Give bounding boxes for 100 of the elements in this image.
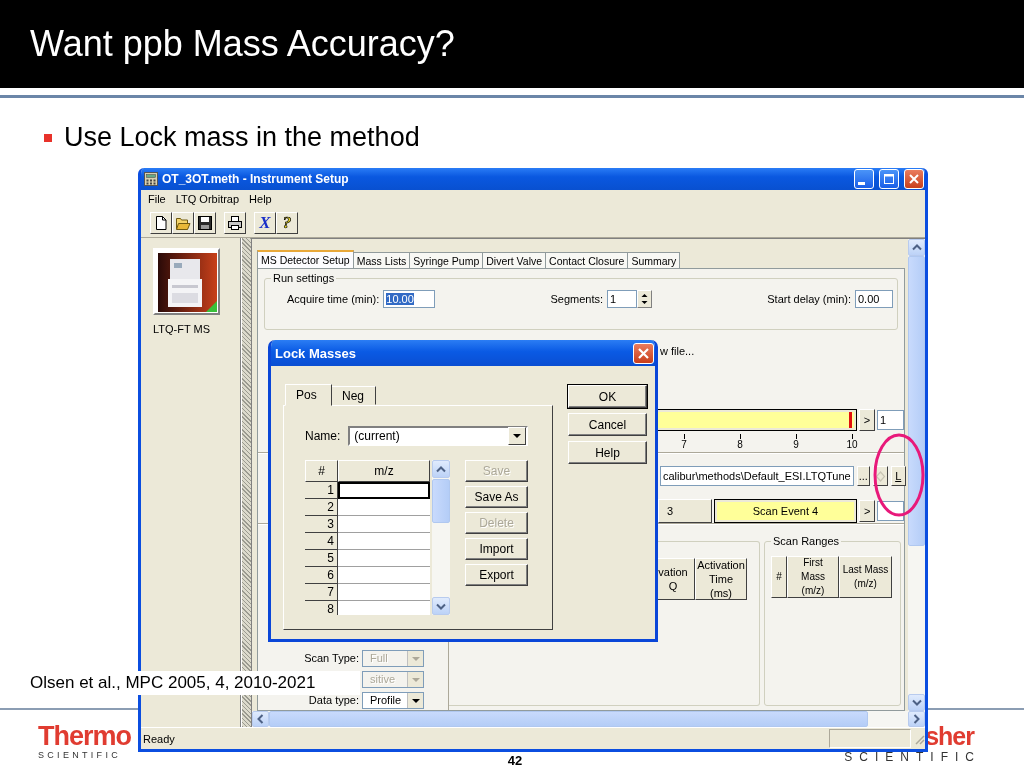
spin-arrows-icon [640,292,650,306]
window-title: OT_3OT.meth - Instrument Setup [162,172,349,186]
browse-button[interactable]: ... [856,466,870,486]
text-field[interactable]: 0.00 [855,290,893,308]
group-title: Run settings [271,272,337,284]
menu-item[interactable]: Help [244,193,277,205]
close-button[interactable] [904,169,924,189]
table-cell[interactable] [338,584,430,601]
tab[interactable]: Neg [331,386,376,405]
close-button[interactable] [633,342,654,364]
scroll-thumb[interactable] [908,256,925,546]
caret-icon [508,427,527,445]
instrument-tile[interactable] [153,248,220,315]
table-cell[interactable] [338,516,430,533]
column-header[interactable]: First Mass (m/z) [787,556,839,598]
column-header[interactable]: # [771,556,787,598]
toolbar-button[interactable]: X [254,211,276,234]
axis-tick-label: 9 [793,439,799,450]
minimize-icon [858,181,865,185]
menu-item[interactable]: File [143,193,171,205]
field-label: Segments: [550,293,604,305]
scroll-left-button[interactable] [252,711,269,727]
dialog-title: Lock Masses [275,345,357,361]
label-text: w file... [660,345,695,357]
dropdown[interactable]: (current) [348,426,529,446]
scroll-down-button[interactable] [432,597,450,615]
scroll-thumb[interactable] [432,479,450,523]
logo-tagline: SCIENTIFIC [38,750,121,760]
axis-tick-label: 8 [737,439,743,450]
text-field[interactable]: 10.00 [383,290,436,308]
row-number: 5 [305,550,338,567]
toolbar-button[interactable] [194,211,216,234]
tab[interactable]: Syringe Pump [409,252,484,268]
tab[interactable]: Contact Closure [545,252,629,268]
field-label: Name: [305,429,341,443]
logo-tagline: SCIENTIFIC [844,750,981,764]
caret-icon [407,692,423,708]
resize-grip-icon[interactable] [913,732,925,745]
column-header[interactable]: # [305,460,338,482]
table-cell[interactable] [338,550,430,567]
dropdown[interactable]: Profile [362,691,424,709]
dialog-button[interactable]: OK [568,385,647,408]
row-number: 1 [305,482,338,499]
field-label: Scan Type: [303,652,360,664]
dialog-button[interactable]: Export [465,564,528,586]
logo-wordmark: Thermo [38,722,131,750]
tab[interactable]: MS Detector Setup [257,250,354,268]
field-label: Data type: [307,694,360,706]
field-label: Acquire time (min): [287,293,380,305]
column-header[interactable]: Activation Time (ms) [695,558,747,600]
close-icon [637,346,650,360]
next-button[interactable]: > [859,500,876,522]
menu-item[interactable]: LTQ Orbitrap [170,193,245,205]
segment-marker [849,412,852,428]
caret-icon [407,650,423,666]
axis-tick-label: 10 [846,439,858,450]
vertical-scrollbar[interactable] [908,239,925,711]
text-field[interactable]: 1 [607,290,638,308]
count-field[interactable]: 1 [877,410,904,430]
minimize-button[interactable] [854,169,874,189]
tab[interactable]: Pos [285,384,332,406]
toolbar-button[interactable] [150,211,172,234]
dialog-button[interactable]: Import [465,538,528,560]
slide-title: Want ppb Mass Accuracy? [30,23,455,65]
file-path-field[interactable]: calibur\methods\Default_ESI.LTQTune [660,466,854,486]
next-button[interactable]: > [859,409,875,431]
dialog-button[interactable]: Cancel [568,413,647,436]
toolbar-button[interactable] [172,211,194,234]
tab[interactable]: Summary [627,252,681,268]
scroll-down-button[interactable] [908,694,925,711]
logo-wordmark: sher [925,722,974,750]
vertical-scrollbar[interactable] [432,460,450,615]
table-cell[interactable] [338,601,430,615]
status-text: Ready [143,732,175,745]
close-icon [908,173,920,185]
row-number: 7 [305,584,338,601]
spin-button[interactable] [637,290,653,308]
bullet-icon [44,133,52,142]
caret-icon [407,671,423,687]
table-cell[interactable] [338,499,430,516]
dialog-button[interactable]: Save As [465,486,528,508]
lock-mass-button[interactable]: L [890,466,906,486]
axis-tick-label: 7 [681,439,687,450]
table-cell[interactable] [338,533,430,550]
table-cell[interactable] [338,482,430,499]
scroll-right-button[interactable] [908,711,925,727]
scan-event-tab[interactable]: Scan Event 4 [713,499,858,523]
tab[interactable]: Divert Valve [482,252,547,268]
table-cell[interactable] [338,567,430,584]
dialog-button[interactable]: Help [568,441,647,464]
maximize-button[interactable] [879,169,899,189]
instrument-icon [158,253,217,312]
column-header[interactable]: m/z [338,460,430,482]
tab[interactable]: Mass Lists [352,252,411,268]
scan-event-tab[interactable]: 3 [658,499,712,523]
field-label: Start delay (min): [767,293,851,305]
scroll-up-button[interactable] [432,460,450,478]
toolbar-button[interactable] [224,211,246,234]
column-header[interactable]: Last Mass (m/z) [839,556,892,598]
scroll-up-button[interactable] [908,239,925,256]
